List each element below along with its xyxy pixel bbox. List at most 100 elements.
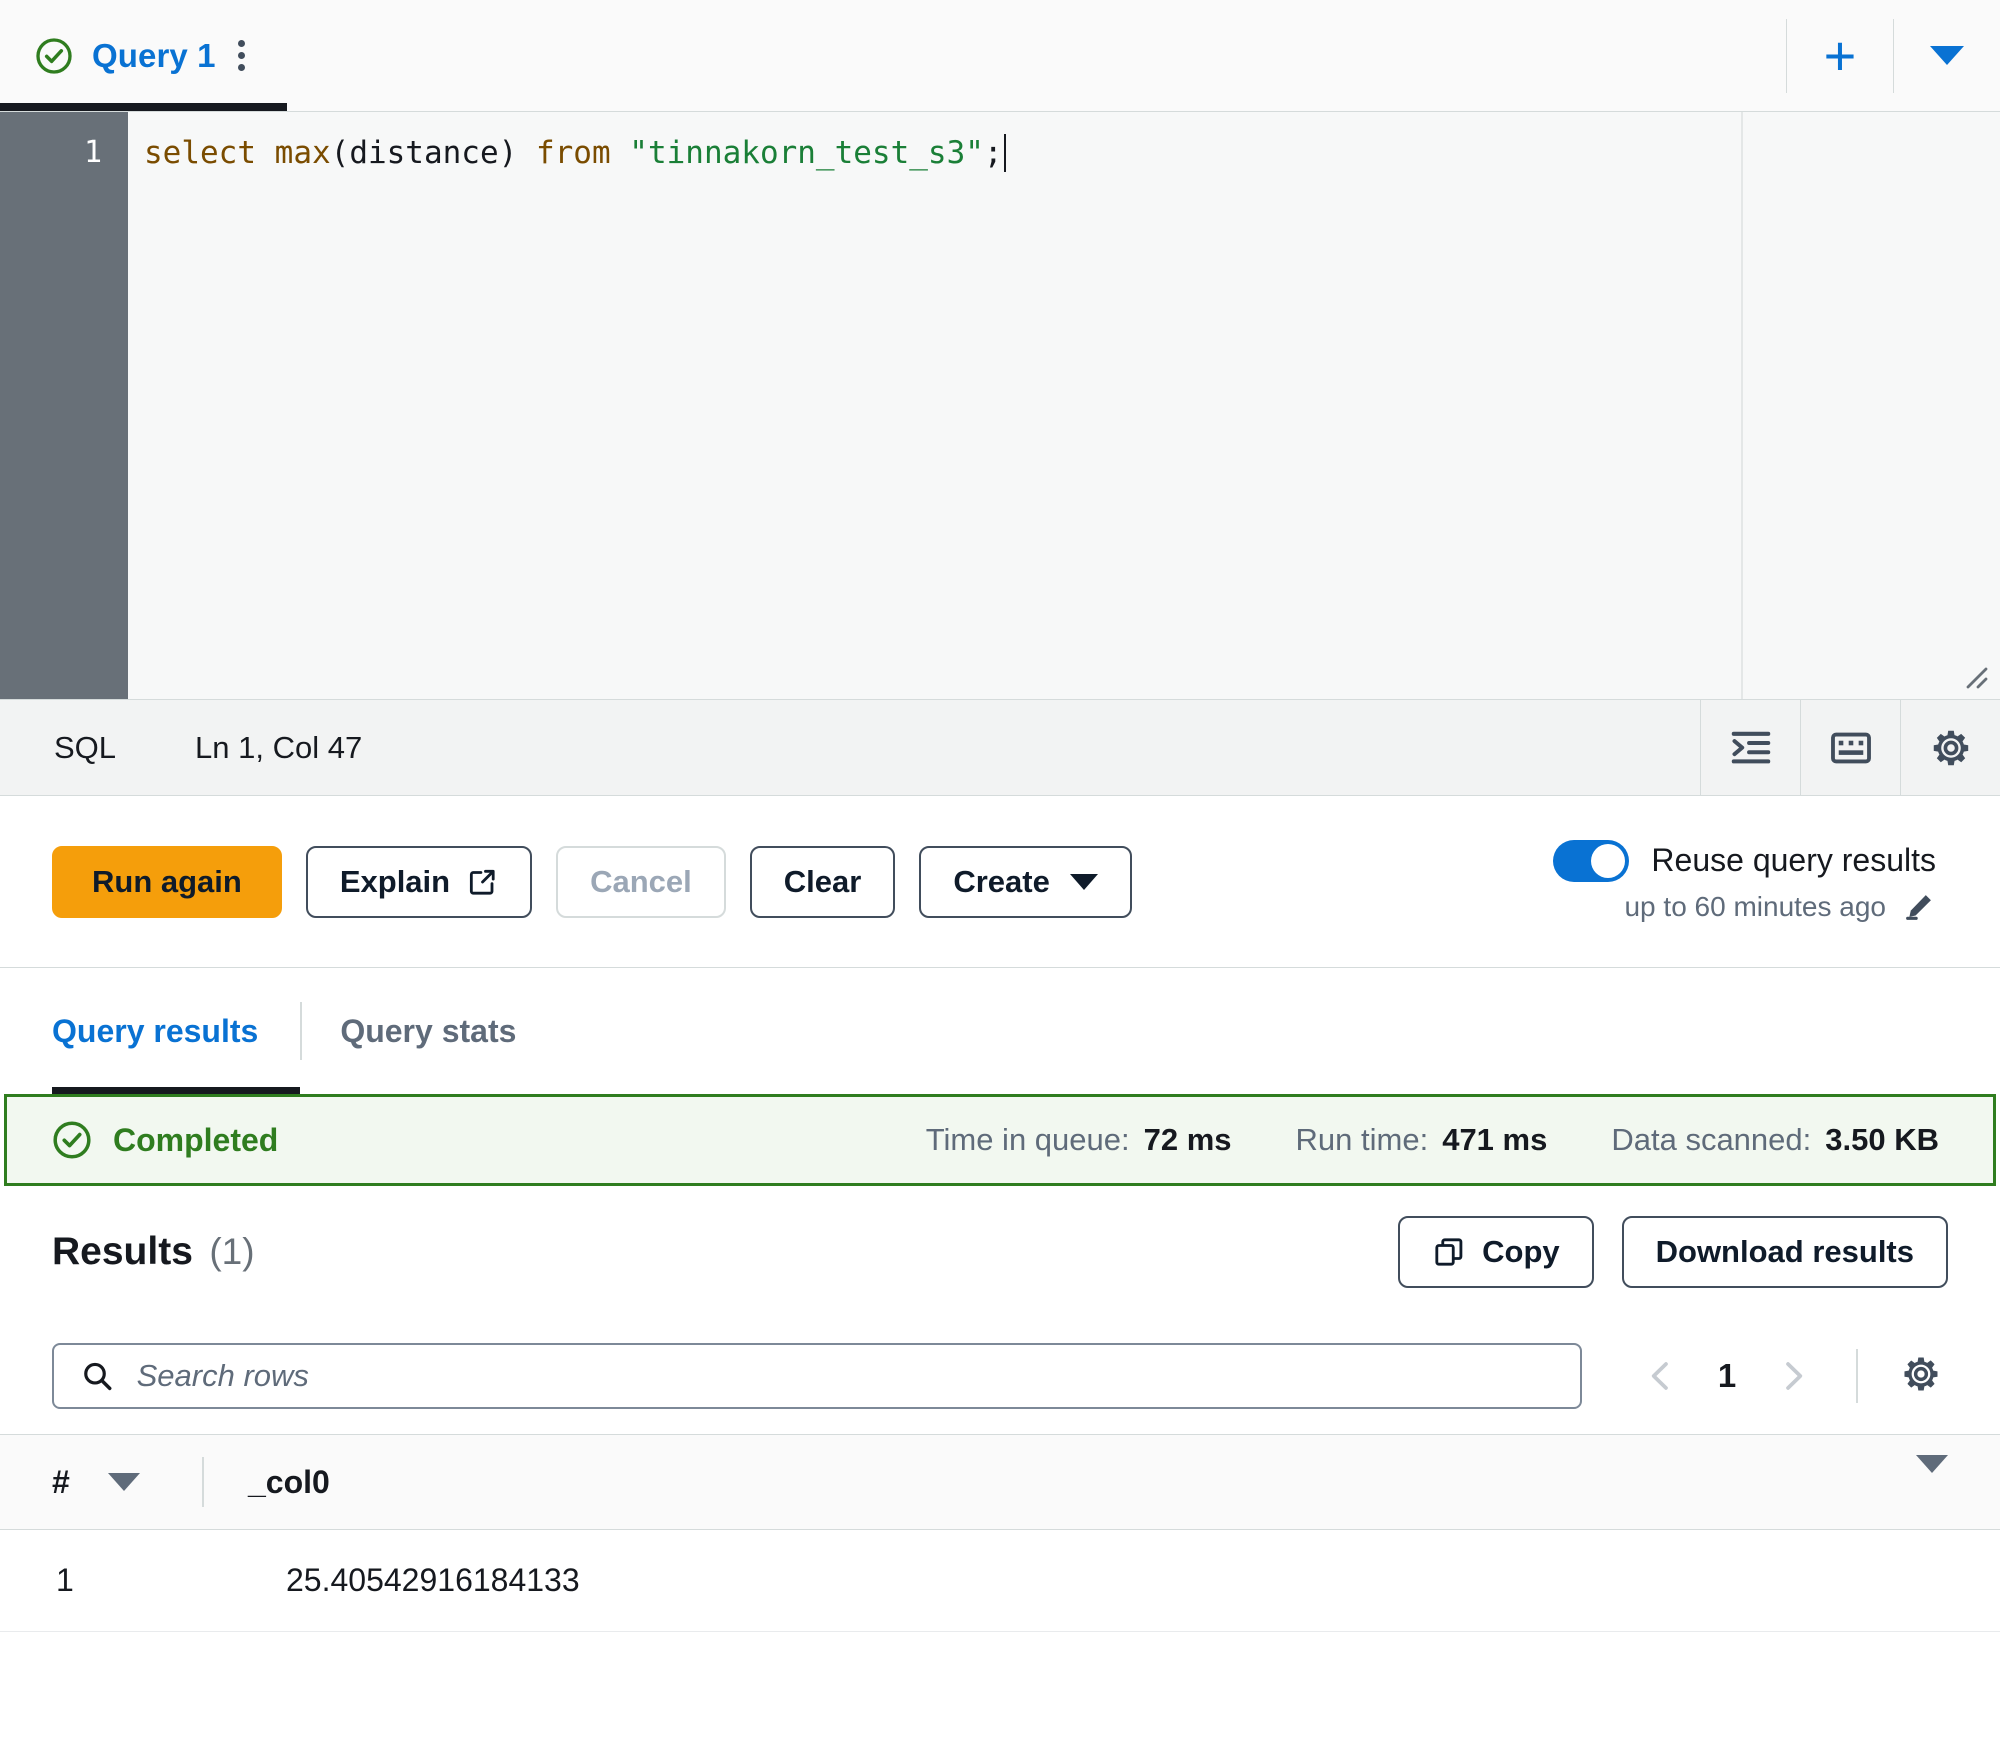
explain-button[interactable]: Explain — [305, 845, 533, 918]
clear-button[interactable]: Clear — [749, 845, 896, 918]
copy-button-label: Copy — [1482, 1234, 1560, 1269]
search-icon — [84, 1362, 112, 1391]
editor-code-area[interactable]: select max (distance) from "tinnakorn_tes… — [128, 112, 1742, 699]
status-badge: Completed — [113, 1121, 279, 1158]
chevron-down-icon — [1916, 1455, 1948, 1490]
tab-query-results-label: Query results — [52, 1012, 259, 1049]
reuse-duration-row: up to 60 minutes ago — [1624, 890, 1936, 924]
column-header-index[interactable]: # — [52, 1464, 202, 1501]
chevron-right-icon — [1786, 1362, 1803, 1390]
reuse-query-results-toggle[interactable] — [1553, 839, 1630, 882]
divider — [202, 1457, 204, 1507]
metric-value: 72 ms — [1143, 1122, 1232, 1157]
metric-data-scanned: Data scanned: 3.50 KB — [1611, 1122, 1939, 1158]
column-settings-button[interactable] — [1916, 1455, 1948, 1491]
plus-icon: + — [1823, 23, 1857, 87]
code-token-from: from — [535, 135, 630, 171]
resize-grip-icon[interactable] — [1956, 657, 1988, 689]
text-cursor — [1003, 134, 1006, 172]
metric-label: Data scanned: — [1611, 1122, 1812, 1157]
query-tab-bar: Query 1 + — [0, 0, 2000, 112]
sql-editor[interactable]: 1 select max (distance) from "tinnakorn_t… — [0, 112, 2000, 700]
download-results-button[interactable]: Download results — [1621, 1216, 1948, 1288]
editor-tool-buttons — [1700, 700, 2000, 795]
reuse-query-results-group: Reuse query results up to 60 minutes ago — [1553, 839, 1948, 924]
run-again-button[interactable]: Run again — [52, 845, 282, 918]
table-settings-gear-icon — [1904, 1357, 1938, 1391]
table-row[interactable]: 1 25.40542916184133 — [0, 1530, 2000, 1632]
metric-value: 3.50 KB — [1825, 1122, 1939, 1157]
banner-status-group: Completed — [51, 1119, 278, 1161]
metric-label: Run time: — [1295, 1122, 1429, 1157]
check-circle-icon — [36, 37, 72, 74]
page-title: Results — [52, 1230, 193, 1273]
editor-minimap — [1742, 112, 2000, 699]
format-query-button[interactable] — [1700, 700, 1800, 795]
metric-value: 471 ms — [1442, 1122, 1548, 1157]
query-tab-label: Query 1 — [92, 36, 216, 74]
results-search-row: 1 — [0, 1318, 2000, 1434]
tab-query-stats-label: Query stats — [340, 1012, 517, 1049]
results-action-buttons: Copy Download results — [1398, 1216, 1948, 1288]
keyboard-shortcuts-icon — [1830, 732, 1871, 763]
page-number-1[interactable]: 1 — [1714, 1357, 1740, 1395]
cancel-button: Cancel — [556, 845, 726, 918]
editor-code-line: select max (distance) from "tinnakorn_tes… — [128, 128, 1742, 178]
query-action-bar: Run again Explain Cancel Clear Create Re… — [0, 796, 2000, 968]
kebab-menu-icon[interactable] — [234, 34, 249, 77]
query-tab-query-1[interactable]: Query 1 — [0, 0, 287, 111]
table-settings-button[interactable] — [1898, 1351, 1944, 1402]
results-count: (1) — [209, 1231, 255, 1272]
tab-bar-actions: + — [1786, 0, 2000, 111]
query-status-banner: Completed Time in queue: 72 ms Run time:… — [4, 1094, 1996, 1186]
code-token-distance: (distance) — [330, 135, 536, 171]
results-table: # _col0 1 25.40542916184133 — [0, 1434, 2000, 1632]
next-page-button — [1770, 1353, 1816, 1399]
results-title-group: Results (1) — [52, 1230, 255, 1274]
code-token-semicolon: ; — [983, 135, 1003, 171]
chevron-down-icon — [1930, 46, 1964, 65]
previous-page-button — [1638, 1353, 1684, 1399]
pencil-edit-icon[interactable] — [1902, 890, 1936, 924]
search-input[interactable] — [136, 1358, 1554, 1394]
search-box[interactable] — [52, 1343, 1582, 1409]
format-query-icon — [1731, 731, 1770, 763]
reuse-duration-label: up to 60 minutes ago — [1624, 890, 1886, 922]
tab-query-stats[interactable]: Query stats — [302, 968, 554, 1094]
query-metrics: Time in queue: 72 ms Run time: 471 ms Da… — [926, 1122, 1949, 1158]
copy-button[interactable]: Copy — [1398, 1216, 1594, 1288]
toggle-knob — [1591, 843, 1626, 878]
table-header-row: # _col0 — [0, 1434, 2000, 1530]
divider — [1856, 1349, 1858, 1403]
create-button-label: Create — [953, 863, 1050, 899]
copy-icon — [1435, 1238, 1463, 1266]
query-tab-list-button[interactable] — [1894, 0, 2000, 111]
sort-descending-icon — [107, 1473, 140, 1491]
tab-query-results[interactable]: Query results — [52, 968, 301, 1094]
row-index: 1 — [56, 1562, 74, 1598]
add-query-tab-button[interactable]: + — [1787, 0, 1893, 111]
check-circle-icon — [53, 1121, 91, 1159]
cursor-position-label: Ln 1, Col 47 — [195, 729, 363, 765]
column-header-col0[interactable]: _col0 — [248, 1464, 330, 1501]
external-link-icon — [470, 869, 495, 895]
editor-language-label: SQL — [54, 729, 117, 765]
reuse-toggle-row: Reuse query results — [1553, 839, 1936, 882]
editor-status-bar: SQL Ln 1, Col 47 — [0, 700, 2000, 796]
editor-line-numbers: 1 — [0, 112, 128, 699]
code-token-max: max — [274, 135, 331, 171]
create-button[interactable]: Create — [919, 845, 1132, 918]
chevron-left-icon — [1651, 1362, 1668, 1390]
results-pagination: 1 — [1638, 1349, 1948, 1403]
editor-settings-button[interactable] — [1900, 700, 2000, 795]
results-header: Results (1) Copy Download results — [0, 1186, 2000, 1318]
chevron-down-icon — [1069, 873, 1098, 890]
row-cell-col0: 25.40542916184133 — [286, 1562, 580, 1598]
line-number: 1 — [83, 135, 102, 170]
metric-label: Time in queue: — [925, 1122, 1130, 1157]
keyboard-shortcuts-button[interactable] — [1800, 700, 1900, 795]
column-header-index-label: # — [52, 1463, 70, 1500]
explain-button-label: Explain — [339, 863, 451, 899]
metric-time-in-queue: Time in queue: 72 ms — [926, 1122, 1232, 1158]
code-token-table: "tinnakorn_test_s3" — [629, 135, 984, 171]
